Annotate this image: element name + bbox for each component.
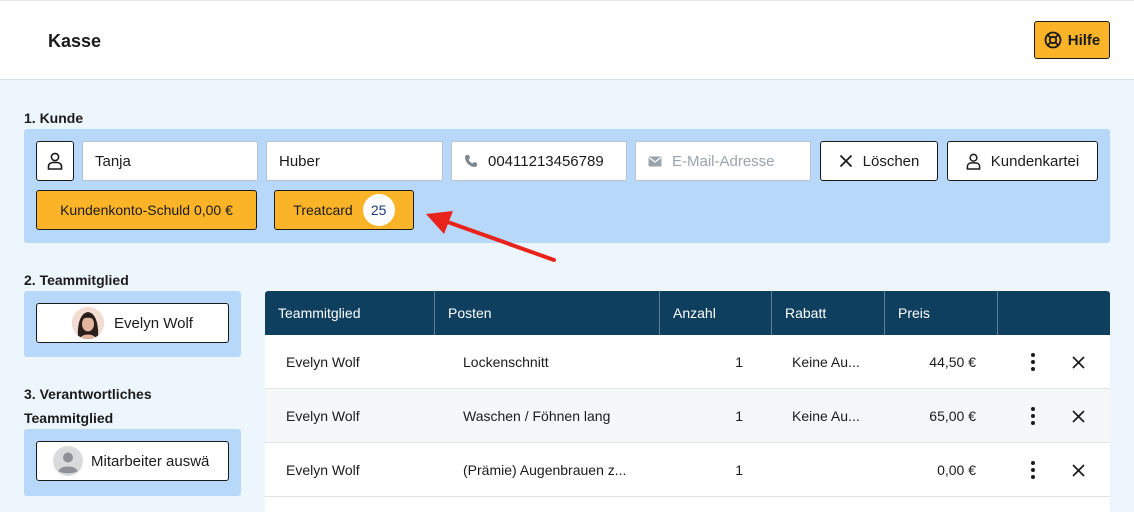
phone-input[interactable]: [488, 152, 626, 170]
row-member: Evelyn Wolf: [286, 462, 360, 478]
team-member-select-button[interactable]: Evelyn Wolf: [36, 303, 229, 343]
clear-customer-label: Löschen: [862, 152, 920, 170]
more-vertical-icon: [1031, 353, 1035, 371]
row-more-button[interactable]: [1025, 443, 1041, 497]
treatcard-count-badge: 25: [362, 194, 395, 226]
items-table: Teammitglied Posten Anzahl Rabatt Preis …: [265, 291, 1110, 512]
table-row[interactable]: Evelyn Wolf Waschen / Föhnen lang 1 Kein…: [265, 389, 1110, 443]
avatar-placeholder-icon: [53, 446, 83, 476]
customer-panel: Löschen Kundenkartei Kundenkonto-Schuld …: [24, 129, 1110, 243]
first-name-field[interactable]: [82, 141, 258, 181]
help-button[interactable]: Hilfe: [1034, 21, 1110, 59]
close-icon: [1071, 409, 1085, 423]
row-item: Waschen / Föhnen lang: [463, 408, 611, 424]
help-button-label: Hilfe: [1067, 31, 1101, 49]
row-member: Evelyn Wolf: [286, 408, 360, 424]
treatcard-button[interactable]: Treatcard 25: [274, 190, 414, 230]
row-remove-button[interactable]: [1070, 335, 1086, 389]
row-more-button[interactable]: [1025, 389, 1041, 443]
column-header-discount: Rabatt: [771, 291, 884, 335]
row-discount[interactable]: Keine Au...: [792, 389, 877, 443]
row-price[interactable]: 65,00 €: [884, 389, 976, 443]
row-more-button[interactable]: [1025, 335, 1041, 389]
team-member-name: Evelyn Wolf: [114, 314, 193, 332]
row-discount[interactable]: Keine Au...: [792, 335, 877, 389]
responsible-select-button[interactable]: Mitarbeiter auswä: [36, 441, 229, 481]
phone-field[interactable]: [451, 141, 627, 181]
clear-customer-button[interactable]: Löschen: [820, 141, 938, 181]
customer-file-button[interactable]: Kundenkartei: [947, 141, 1098, 181]
email-field[interactable]: [635, 141, 811, 181]
column-header-actions: [997, 291, 1110, 335]
phone-icon: [465, 155, 477, 167]
avatar: [72, 307, 105, 339]
row-price[interactable]: 0,00 €: [884, 443, 976, 497]
customer-file-label: Kundenkartei: [990, 152, 1080, 170]
customer-select-button[interactable]: [36, 141, 74, 181]
row-discount[interactable]: [792, 443, 877, 497]
responsible-placeholder: Mitarbeiter auswä: [91, 452, 210, 470]
row-member: Evelyn Wolf: [286, 354, 360, 370]
row-price[interactable]: 44,50 €: [884, 335, 976, 389]
row-qty: 1: [735, 408, 743, 424]
top-bar: Kasse Hilfe: [0, 0, 1134, 80]
row-item: (Prämie) Augenbrauen z...: [463, 462, 627, 478]
more-vertical-icon: [1031, 407, 1035, 425]
account-debt-label: Kundenkonto-Schuld 0,00 €: [60, 202, 233, 218]
responsible-section-label-line1: 3. Verantwortliches: [24, 386, 152, 402]
responsible-panel: Mitarbeiter auswä: [24, 429, 241, 496]
treatcard-label: Treatcard: [293, 202, 353, 218]
close-icon: [1071, 355, 1085, 369]
email-input[interactable]: [672, 152, 810, 170]
column-header-price: Preis: [884, 291, 997, 335]
column-header-member: Teammitglied: [278, 305, 361, 321]
user-icon: [966, 153, 981, 170]
row-qty: 1: [735, 462, 743, 478]
column-header-item: Posten: [434, 291, 659, 335]
mail-icon: [648, 156, 662, 166]
close-icon: [839, 154, 852, 168]
last-name-field[interactable]: [266, 141, 443, 181]
lifebuoy-icon: [1044, 31, 1062, 49]
close-icon: [1071, 463, 1085, 477]
row-qty: 1: [735, 354, 743, 370]
table-row[interactable]: Evelyn Wolf Lockenschnitt 1 Keine Au... …: [265, 335, 1110, 389]
account-debt-button[interactable]: Kundenkonto-Schuld 0,00 €: [36, 190, 257, 230]
annotation-arrow: [426, 211, 556, 262]
page-title: Kasse: [48, 31, 102, 51]
customer-section-label: 1. Kunde: [24, 110, 84, 126]
team-member-panel: Evelyn Wolf: [24, 291, 241, 357]
row-remove-button[interactable]: [1070, 389, 1086, 443]
row-item: Lockenschnitt: [463, 354, 549, 370]
team-member-section-label: 2. Teammitglied: [24, 272, 129, 288]
table-row[interactable]: Evelyn Wolf (Prämie) Augenbrauen z... 1 …: [265, 443, 1110, 497]
first-name-input[interactable]: [95, 152, 257, 170]
row-remove-button[interactable]: [1070, 443, 1086, 497]
table-header: Teammitglied Posten Anzahl Rabatt Preis: [265, 291, 1110, 335]
last-name-input[interactable]: [279, 152, 442, 170]
more-vertical-icon: [1031, 461, 1035, 479]
column-header-qty: Anzahl: [659, 291, 771, 335]
responsible-section-label-line2: Teammitglied: [24, 410, 114, 426]
user-icon: [47, 152, 63, 170]
